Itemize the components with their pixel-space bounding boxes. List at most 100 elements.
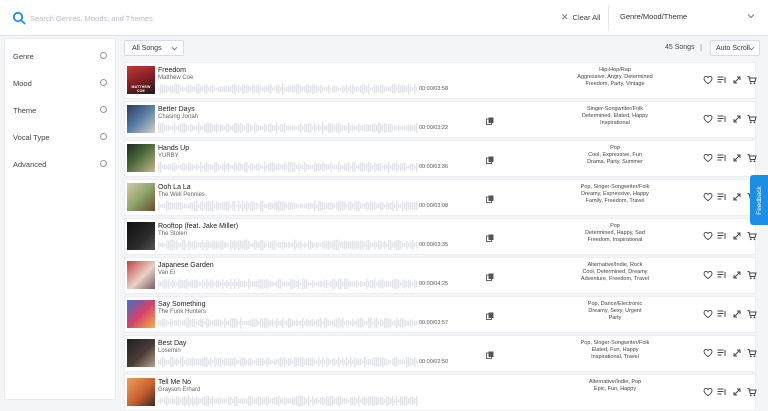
cart-icon[interactable] (747, 387, 757, 397)
cart-icon[interactable] (747, 231, 757, 241)
expand-icon[interactable] (732, 348, 742, 358)
expand-icon[interactable] (732, 114, 742, 124)
stems-icon[interactable] (486, 156, 494, 164)
song-title[interactable]: Freedom (158, 67, 186, 74)
song-title[interactable]: Better Days (158, 106, 195, 113)
song-row[interactable]: Better Days Chasing Jonah 00:00/03:22 Singe… (124, 101, 757, 138)
waveform[interactable] (158, 122, 418, 134)
radio-icon[interactable] (100, 106, 107, 113)
album-cover[interactable] (127, 222, 155, 250)
song-title[interactable]: Japanese Garden (158, 262, 214, 269)
heart-icon[interactable] (703, 387, 713, 397)
waveform[interactable] (158, 200, 418, 212)
stems-icon[interactable] (486, 195, 494, 203)
waveform[interactable] (158, 161, 418, 173)
expand-icon[interactable] (732, 153, 742, 163)
waveform[interactable] (158, 317, 418, 329)
playlist-add-icon[interactable] (717, 153, 727, 163)
cart-icon[interactable] (747, 270, 757, 280)
song-row[interactable]: Rooftop (feat. Jake Miller) The Stolen 00:… (124, 218, 757, 255)
song-row[interactable]: Tell Me No Grayson Erhard Alternative/Indi… (124, 374, 757, 411)
expand-icon[interactable] (732, 387, 742, 397)
heart-icon[interactable] (703, 114, 713, 124)
cart-icon[interactable] (747, 75, 757, 85)
song-artist[interactable]: The Funk Hunters (158, 309, 206, 315)
auto-scroll-dropdown[interactable]: Auto Scroll (710, 40, 760, 56)
song-artist[interactable]: Van Ei (158, 270, 175, 276)
song-row[interactable]: MATTHEW COE Freedom Matthew Coe 00:00/03:58… (124, 62, 757, 99)
stems-icon[interactable] (486, 312, 494, 320)
playlist-add-icon[interactable] (717, 270, 727, 280)
album-cover[interactable] (127, 378, 155, 406)
playlist-add-icon[interactable] (717, 231, 727, 241)
sidebar-item-theme[interactable]: Theme (5, 97, 117, 123)
heart-icon[interactable] (703, 153, 713, 163)
song-title[interactable]: Tell Me No (158, 379, 191, 386)
feedback-tab[interactable]: Feedback (750, 175, 768, 225)
waveform[interactable] (158, 239, 418, 251)
album-cover[interactable] (127, 183, 155, 211)
song-artist[interactable]: Chasing Jonah (158, 114, 198, 120)
heart-icon[interactable] (703, 75, 713, 85)
song-row[interactable]: Japanese Garden Van Ei 00:00/04:25 Alternat… (124, 257, 757, 294)
radio-icon[interactable] (100, 79, 107, 86)
album-cover[interactable] (127, 261, 155, 289)
stems-icon[interactable] (486, 351, 494, 359)
cart-icon[interactable] (747, 114, 757, 124)
stems-icon[interactable] (486, 273, 494, 281)
search-input[interactable] (30, 9, 450, 27)
song-artist[interactable]: The Well Pennies (158, 192, 205, 198)
song-artist[interactable]: Matthew Coe (158, 75, 193, 81)
song-row[interactable]: Say Something The Funk Hunters 00:00/03:57… (124, 296, 757, 333)
song-artist[interactable]: Grayson Erhard (158, 387, 200, 393)
playlist-add-icon[interactable] (717, 114, 727, 124)
all-songs-dropdown[interactable]: All Songs (124, 40, 184, 56)
playlist-add-icon[interactable] (717, 309, 727, 319)
search-icon[interactable] (12, 11, 26, 25)
song-title[interactable]: Say Something (158, 301, 205, 308)
album-cover[interactable]: MATTHEW COE (127, 66, 155, 94)
song-title[interactable]: Best Day (158, 340, 186, 347)
radio-icon[interactable] (100, 133, 107, 140)
stems-icon[interactable] (486, 117, 494, 125)
expand-icon[interactable] (732, 231, 742, 241)
cart-icon[interactable] (747, 153, 757, 163)
song-artist[interactable]: The Stolen (158, 231, 187, 237)
heart-icon[interactable] (703, 348, 713, 358)
heart-icon[interactable] (703, 231, 713, 241)
song-title[interactable]: Hands Up (158, 145, 189, 152)
heart-icon[interactable] (703, 270, 713, 280)
song-title[interactable]: Rooftop (feat. Jake Miller) (158, 223, 238, 230)
song-row[interactable]: Ooh La La The Well Pennies 00:00/03:08 Pop,… (124, 179, 757, 216)
heart-icon[interactable] (703, 192, 713, 202)
album-cover[interactable] (127, 300, 155, 328)
song-row[interactable]: Hands Up YURBY 00:00/03:36 Pop Cool, Express… (124, 140, 757, 177)
radio-icon[interactable] (100, 52, 107, 59)
clear-all-button[interactable]: ✕ Clear All (561, 12, 600, 23)
cart-icon[interactable] (747, 348, 757, 358)
expand-icon[interactable] (732, 270, 742, 280)
stems-icon[interactable] (486, 234, 494, 242)
playlist-add-icon[interactable] (717, 192, 727, 202)
song-title[interactable]: Ooh La La (158, 184, 191, 191)
waveform[interactable] (158, 83, 418, 95)
heart-icon[interactable] (703, 309, 713, 319)
playlist-add-icon[interactable] (717, 75, 727, 85)
sidebar-item-mood[interactable]: Mood (5, 70, 117, 96)
expand-icon[interactable] (732, 75, 742, 85)
filter-type-select[interactable]: Genre/Mood/Theme (620, 12, 687, 21)
sidebar-item-advanced[interactable]: Advanced (5, 151, 117, 177)
album-cover[interactable] (127, 339, 155, 367)
waveform[interactable] (158, 278, 418, 290)
expand-icon[interactable] (732, 192, 742, 202)
sidebar-item-vocal-type[interactable]: Vocal Type (5, 124, 117, 150)
expand-icon[interactable] (732, 309, 742, 319)
chevron-down-icon[interactable] (747, 12, 755, 20)
playlist-add-icon[interactable] (717, 348, 727, 358)
sidebar-item-genre[interactable]: Genre (5, 43, 117, 69)
radio-icon[interactable] (100, 160, 107, 167)
song-row[interactable]: Best Day Losemin 00:00/02:50 Pop, Singer-So… (124, 335, 757, 372)
waveform[interactable] (158, 356, 418, 368)
album-cover[interactable] (127, 144, 155, 172)
song-artist[interactable]: Losemin (158, 348, 181, 354)
